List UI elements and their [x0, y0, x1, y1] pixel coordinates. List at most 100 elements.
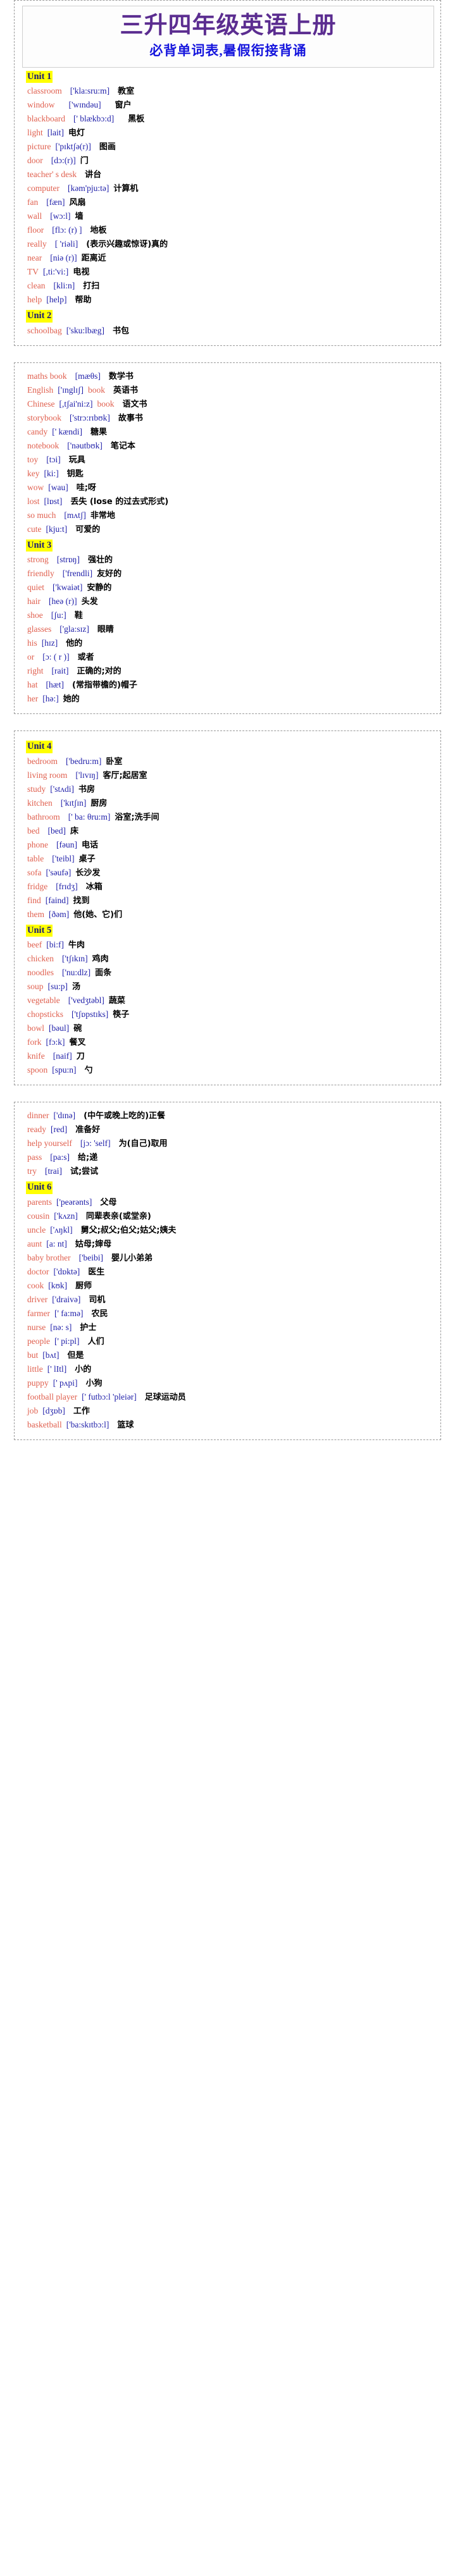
word-phonetic: [kli:n]	[53, 281, 75, 291]
word-english: storybook	[27, 412, 61, 422]
word-english: beef	[27, 940, 42, 950]
word-chinese: 长沙发	[75, 868, 101, 878]
word-phonetic: ['tʃɪkɪn]	[61, 954, 88, 964]
word-chinese: 农民	[91, 1309, 108, 1319]
word-entry: nurse [nə: s] 护士	[22, 1321, 434, 1334]
word-phonetic: [fəun]	[56, 839, 77, 849]
word-english: them	[27, 909, 44, 919]
word-english: near	[27, 253, 42, 263]
word-chinese: 距离近	[81, 254, 106, 264]
word-phonetic: [mʌtʃ]	[64, 510, 86, 520]
word-phonetic: ['strɔ:rɪbʊk]	[70, 412, 110, 422]
word-list: classroom ['kla:sru:m] 教室 window ['wɪndəu] 窗户…	[22, 84, 434, 307]
word-chinese: 糖果	[90, 427, 108, 437]
word-phonetic: [' lItl]	[47, 1364, 67, 1374]
word-phonetic: [' blækbɔ:d]	[73, 114, 115, 124]
word-english: notebook	[27, 440, 59, 450]
word-phonetic: [dʒɒb]	[42, 1406, 65, 1415]
word-chinese: 她的	[63, 694, 80, 705]
word-chinese: 勺	[84, 1066, 93, 1076]
word-entry: ready [red] 准备好	[22, 1123, 434, 1137]
word-phonetic: ['wɪndəu]	[68, 100, 101, 110]
word-chinese: 鞋	[74, 611, 83, 621]
word-list: maths book [mæθs] 数学书 English ['ɪnglɪʃ] book 英…	[22, 369, 434, 536]
word-entry: find [faind] 找到	[22, 894, 434, 908]
word-phonetic: ['stʌdi]	[50, 784, 74, 794]
word-english: fridge	[27, 881, 48, 891]
word-chinese: 电话	[81, 840, 98, 850]
word-phonetic: ['frendli]	[62, 569, 93, 579]
word-english: sofa	[27, 867, 42, 877]
word-english: kitchen	[27, 798, 53, 808]
word-chinese: 找到	[73, 896, 90, 906]
unit-heading-wrap: Unit 1	[22, 68, 434, 85]
word-chinese: 或者	[77, 653, 94, 663]
word-chinese: 蔬菜	[108, 996, 125, 1006]
word-english: quiet	[27, 582, 44, 593]
word-phonetic: [rait]	[51, 666, 69, 676]
word-entry: cute [kju:t] 可爱的	[22, 522, 434, 536]
word-entry: chopsticks ['tʃɒpstɪks] 筷子	[22, 1008, 434, 1021]
word-phonetic: [hæt]	[46, 680, 65, 690]
word-english: maths book	[27, 371, 67, 381]
word-chinese: 工作	[73, 1407, 90, 1416]
word-chinese: 教室	[118, 87, 135, 97]
word-chinese: 卧室	[106, 756, 123, 767]
word-english: floor	[27, 225, 44, 235]
word-english: hat	[27, 680, 38, 690]
word-entry: clean [kli:n] 打扫	[22, 279, 434, 293]
word-chinese: 头发	[81, 597, 98, 607]
word-chinese: 鸡肉	[92, 954, 109, 964]
document-subtitle: 必背单词表,暑假衔接背诵	[149, 43, 307, 59]
word-phonetic: [' pʌpi]	[53, 1378, 78, 1388]
word-entry: picture ['pɪktʃə(r)] 图画	[22, 140, 434, 154]
word-chinese: 风扇	[69, 198, 86, 208]
word-phonetic: [lait]	[47, 128, 65, 138]
word-english: lost	[27, 496, 40, 506]
word-chinese: 汤	[72, 982, 81, 992]
word-english: pass	[27, 1152, 42, 1162]
word-chinese: 门	[80, 156, 89, 166]
word-phonetic: [trai]	[45, 1166, 62, 1176]
word-english: friendly	[27, 569, 54, 579]
word-chinese: (常指带檐的)帽子	[72, 681, 137, 691]
word-phonetic: [bəul]	[49, 1023, 70, 1033]
word-chinese: 客厅;起居室	[103, 770, 147, 780]
word-english: football player	[27, 1392, 78, 1402]
word-chinese: 但是	[67, 1351, 84, 1360]
word-phonetic: ['nu:dlz]	[62, 968, 91, 978]
word-chinese: 筷子	[113, 1010, 130, 1020]
word-phonetic: ['tʃɒpstɪks]	[72, 1009, 109, 1020]
word-english: cousin	[27, 1211, 50, 1221]
word-entry: Chinese [,tʃai'ni:z] book 语文书	[22, 397, 434, 411]
word-phonetic: [fɔ:k]	[46, 1037, 65, 1047]
word-phonetic: [pa:s]	[50, 1152, 70, 1162]
word-entry: English ['ɪnglɪʃ] book 英语书	[22, 383, 434, 397]
word-entry: sofa ['səufə] 长沙发	[22, 866, 434, 880]
word-entry: classroom ['kla:sru:m] 教室	[22, 84, 434, 98]
word-chinese: 餐叉	[69, 1038, 86, 1048]
word-chinese: 厨房	[90, 798, 108, 808]
word-phonetic: [su:p]	[47, 982, 68, 992]
word-phonetic: ['ɪnglɪʃ]	[58, 385, 84, 395]
word-entry: light [lait] 电灯	[22, 126, 434, 140]
word-english: wow	[27, 482, 44, 492]
word-chinese: 书房	[78, 784, 95, 794]
word-phonetic: ['kwaiət]	[53, 582, 83, 593]
word-entry: hair [heə (r)] 头发	[22, 595, 434, 608]
word-chinese: 故事书	[118, 413, 143, 423]
word-entry: pass [pa:s] 给;递	[22, 1150, 434, 1164]
word-phonetic: [mæθs]	[75, 371, 101, 381]
word-phonetic: [' pi:pl]	[54, 1336, 80, 1346]
word-phonetic: [,ti:'vi:]	[43, 267, 69, 277]
word-english: right	[27, 666, 44, 676]
word-chinese: 牛肉	[68, 940, 85, 951]
word-chinese: 英语书	[113, 385, 138, 395]
word-phonetic: [wau]	[48, 482, 68, 492]
word-phonetic: ['teibl]	[52, 853, 75, 863]
word-entry: phone [fəun] 电话	[22, 838, 434, 852]
word-chinese: 婴儿小弟弟	[111, 1254, 153, 1263]
page-block-4: dinner ['dɪnə] (中午或晚上吃的)正餐 ready [red] 准备好 hel…	[14, 1102, 441, 1440]
word-chinese: 父母	[100, 1198, 117, 1207]
word-chinese: 碗	[73, 1024, 82, 1034]
